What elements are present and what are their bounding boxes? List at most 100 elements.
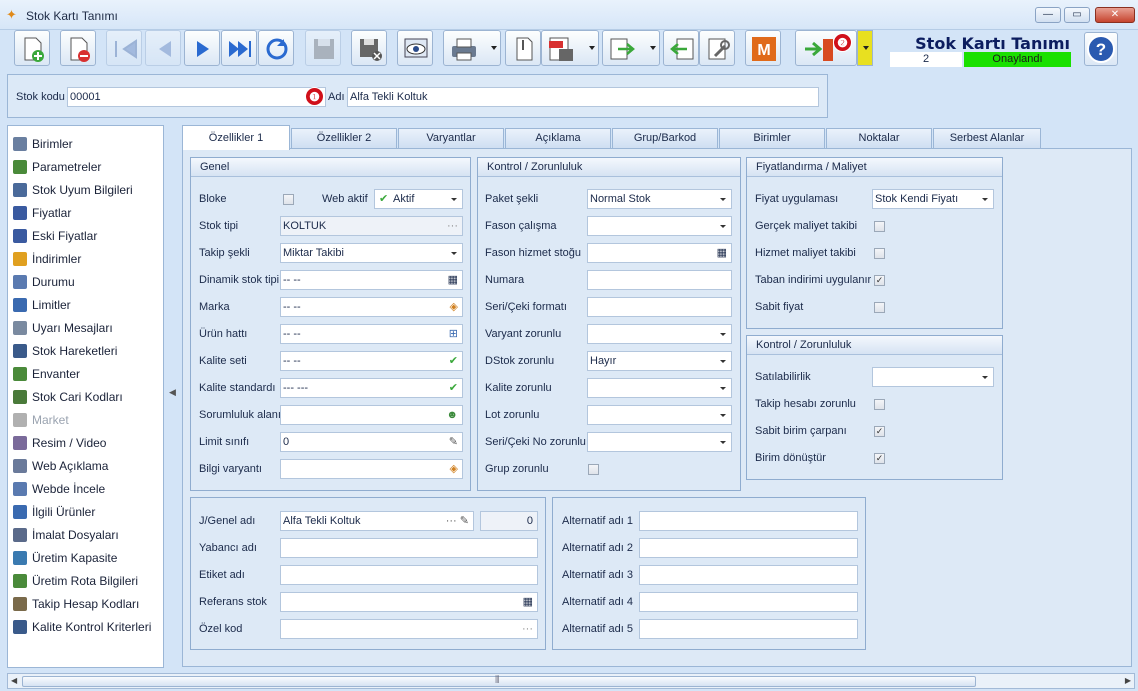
tools-button[interactable] <box>699 30 735 66</box>
sidebar-item[interactable]: Takip Hesap Kodları <box>12 594 162 614</box>
fason-select[interactable] <box>587 216 732 236</box>
sidebar-item[interactable]: Birimler <box>12 134 162 154</box>
tab[interactable]: Grup/Barkod <box>612 128 718 149</box>
sabit-birim-checkbox[interactable]: ✓ <box>874 426 885 437</box>
paket-select[interactable]: Normal Stok <box>587 189 732 209</box>
save-button[interactable] <box>305 30 341 66</box>
dstok-select[interactable]: Hayır <box>587 351 732 371</box>
help-button[interactable]: ? <box>1084 32 1118 66</box>
print-button[interactable] <box>443 30 501 66</box>
sidebar-item[interactable]: İmalat Dosyaları <box>12 525 162 545</box>
sidebar-splitter[interactable]: ◀ <box>166 125 179 668</box>
kalite-seti-field[interactable]: -- -- ✔ <box>280 351 463 371</box>
satilabilirlik-select[interactable] <box>872 367 994 387</box>
etiket-field[interactable] <box>280 565 538 585</box>
tab[interactable]: Özellikler 2 <box>291 128 397 149</box>
sidebar-item[interactable]: İlgili Ürünler <box>12 502 162 522</box>
import-button[interactable] <box>663 30 699 66</box>
sidebar-item[interactable]: Stok Cari Kodları <box>12 387 162 407</box>
stock-code-input[interactable]: 00001 <box>67 87 326 107</box>
delete-record-button[interactable] <box>60 30 96 66</box>
alt3-field[interactable] <box>639 565 858 585</box>
dinamik-field[interactable]: -- -- ▦ <box>280 270 463 290</box>
sidebar-item[interactable]: Market <box>12 410 162 430</box>
gercek-checkbox[interactable] <box>874 221 885 232</box>
sidebar-item[interactable]: Limitler <box>12 295 162 315</box>
sidebar-item[interactable]: Stok Uyum Bilgileri <box>12 180 162 200</box>
sidebar-item[interactable]: Eski Fiyatlar <box>12 226 162 246</box>
exit-dropdown[interactable] <box>857 30 873 66</box>
taban-checkbox[interactable]: ✓ <box>874 275 885 286</box>
hizmet-checkbox[interactable] <box>874 248 885 259</box>
sidebar-item[interactable]: Resim / Video <box>12 433 162 453</box>
kalite-std-field[interactable]: --- --- ✔ <box>280 378 463 398</box>
first-record-button[interactable] <box>106 30 142 66</box>
lot-select[interactable] <box>587 405 732 425</box>
tab[interactable]: Noktalar <box>826 128 932 149</box>
cancel-save-button[interactable] <box>351 30 387 66</box>
sorumluluk-field[interactable]: ☻ <box>280 405 463 425</box>
last-record-button[interactable] <box>221 30 257 66</box>
sidebar-item[interactable]: Üretim Kapasite <box>12 548 162 568</box>
numara-field[interactable] <box>587 270 732 290</box>
minimize-button[interactable]: — <box>1035 7 1061 23</box>
scrollbar-thumb[interactable]: ⦀ <box>22 675 976 687</box>
alt1-field[interactable] <box>639 511 858 531</box>
m-module-button[interactable]: M <box>745 30 781 66</box>
takip-sekli-select[interactable]: Miktar Takibi <box>280 243 463 263</box>
preview-button[interactable] <box>397 30 433 66</box>
scroll-right-icon[interactable]: ▶ <box>1125 676 1131 685</box>
grup-checkbox[interactable] <box>588 464 599 475</box>
tab[interactable]: Birimler <box>719 128 825 149</box>
alt2-field[interactable] <box>639 538 858 558</box>
kalite-zorunlu-select[interactable] <box>587 378 732 398</box>
sidebar-item[interactable]: Webde İncele <box>12 479 162 499</box>
seri-no-select[interactable] <box>587 432 732 452</box>
tab[interactable]: Varyantlar <box>398 128 504 149</box>
sidebar-item[interactable]: Üretim Rota Bilgileri <box>12 571 162 591</box>
horizontal-scrollbar[interactable]: ◀ ⦀ ▶ <box>7 673 1135 689</box>
alt5-field[interactable] <box>639 619 858 639</box>
genel-adi-field[interactable]: Alfa Tekli Koltuk ··· ✎ <box>280 511 474 531</box>
tab[interactable]: Açıklama <box>505 128 611 149</box>
takip-hesabi-checkbox[interactable] <box>874 399 885 410</box>
web-aktif-select[interactable]: ✔ Aktif <box>374 189 463 209</box>
urun-hatti-field[interactable]: -- -- ⊞ <box>280 324 463 344</box>
marka-field[interactable]: -- -- ◈ <box>280 297 463 317</box>
bloke-checkbox[interactable] <box>283 194 294 205</box>
stok-tipi-field[interactable]: KOLTUK ··· <box>280 216 463 236</box>
sidebar-item[interactable]: Stok Hareketleri <box>12 341 162 361</box>
sidebar-item[interactable]: Fiyatlar <box>12 203 162 223</box>
yabanci-field[interactable] <box>280 538 538 558</box>
fiyat-uygulama-select[interactable]: Stok Kendi Fiyatı <box>872 189 994 209</box>
name-input[interactable]: Alfa Tekli Koltuk <box>347 87 819 107</box>
limit-field[interactable]: 0 ✎ <box>280 432 463 452</box>
previous-record-button[interactable] <box>145 30 181 66</box>
tab[interactable]: Serbest Alanlar <box>933 128 1041 149</box>
sidebar-item[interactable]: Uyarı Mesajları <box>12 318 162 338</box>
sidebar-item[interactable]: Web Açıklama <box>12 456 162 476</box>
sidebar-item[interactable]: Parametreler <box>12 157 162 177</box>
birim-donustur-checkbox[interactable]: ✓ <box>874 453 885 464</box>
attach-button[interactable] <box>505 30 541 66</box>
referans-field[interactable]: ▦ <box>280 592 538 612</box>
sidebar-item[interactable]: Envanter <box>12 364 162 384</box>
close-button[interactable]: ✕ <box>1095 7 1135 23</box>
varyant-select[interactable] <box>587 324 732 344</box>
sabit-fiyat-checkbox[interactable] <box>874 302 885 313</box>
new-record-button[interactable] <box>14 30 50 66</box>
fason-hizmet-field[interactable]: ▦ <box>587 243 732 263</box>
refresh-button[interactable] <box>258 30 294 66</box>
export-button[interactable] <box>602 30 660 66</box>
sidebar-item[interactable]: Durumu <box>12 272 162 292</box>
ozel-kod-field[interactable]: ··· <box>280 619 538 639</box>
next-record-button[interactable] <box>184 30 220 66</box>
sidebar-item[interactable]: İndirimler <box>12 249 162 269</box>
pdf-save-button[interactable] <box>541 30 599 66</box>
seri-format-field[interactable] <box>587 297 732 317</box>
alt4-field[interactable] <box>639 592 858 612</box>
maximize-button[interactable]: ▭ <box>1064 7 1090 23</box>
scroll-left-icon[interactable]: ◀ <box>11 676 17 685</box>
sidebar-item[interactable]: Kalite Kontrol Kriterleri <box>12 617 162 637</box>
tab[interactable]: Özellikler 1 <box>182 125 290 150</box>
